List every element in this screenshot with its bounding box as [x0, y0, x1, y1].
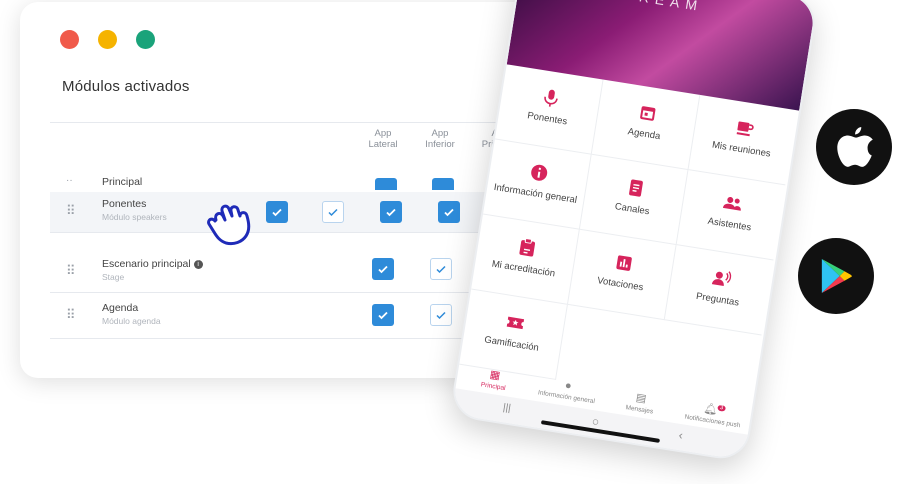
apple-icon: [837, 127, 873, 167]
row-subtitle: Módulo agenda: [102, 316, 161, 326]
question-icon: [711, 271, 732, 287]
tile-votaciones[interactable]: Votaciones: [567, 229, 677, 321]
table-row-dragging[interactable]: ⠿ Ponentes Módulo speakers: [50, 192, 530, 232]
notification-badge: 3: [717, 404, 726, 413]
drag-handle-icon[interactable]: ⠿: [66, 308, 76, 322]
checkbox-lateral[interactable]: [372, 258, 394, 280]
google-play-badge[interactable]: [798, 238, 874, 314]
checkbox-inferior[interactable]: [438, 201, 460, 223]
window-close-dot[interactable]: [60, 30, 79, 49]
hand-cursor-icon: [207, 204, 251, 246]
phone-mockup: LIVESTREAM Ponentes Agenda Mis reuniones…: [449, 0, 819, 463]
checkbox-lateral[interactable]: [380, 201, 402, 223]
info-icon: [531, 164, 548, 181]
row-name: Agenda: [102, 302, 139, 314]
people-icon: [722, 196, 741, 211]
window-minimize-dot[interactable]: [98, 30, 117, 49]
page-title: Módulos activados: [62, 78, 190, 95]
recent-apps-icon[interactable]: |||: [502, 402, 511, 414]
calendar-icon: [640, 106, 656, 121]
badge-icon: [519, 238, 536, 257]
row-subtitle: Stage: [102, 272, 125, 282]
tile-preguntas[interactable]: Preguntas: [664, 245, 774, 336]
banner-text: LIVESTREAM: [555, 0, 704, 14]
column-header-lateral: App Lateral: [368, 128, 398, 150]
apple-store-badge[interactable]: [816, 109, 892, 185]
drag-handle-icon[interactable]: ⠿: [66, 204, 76, 218]
home-icon[interactable]: ○: [591, 414, 600, 429]
row-name: Escenario principal i: [102, 258, 203, 270]
row-name: Principal: [102, 176, 143, 188]
coffee-icon: [736, 121, 754, 137]
microphone-icon: [544, 89, 558, 107]
row-name: Ponentes: [102, 198, 147, 210]
checkbox-lateral[interactable]: [375, 178, 397, 190]
checkbox-on[interactable]: [266, 201, 288, 223]
checkbox-inferior[interactable]: [430, 258, 452, 280]
checkbox-inferior[interactable]: [432, 178, 454, 190]
info-icon: i: [193, 259, 203, 269]
checkbox-off[interactable]: [322, 201, 344, 223]
divider: [50, 122, 570, 123]
checkbox-lateral[interactable]: [372, 304, 394, 326]
checkbox-inferior[interactable]: [430, 304, 452, 326]
poll-icon: [616, 255, 632, 271]
row-subtitle: Módulo speakers: [102, 212, 167, 222]
document-icon: [629, 179, 643, 197]
back-icon[interactable]: ‹: [678, 428, 684, 442]
drag-handle-icon[interactable]: ··: [66, 174, 76, 188]
ticket-icon: [506, 316, 525, 330]
drag-handle-icon[interactable]: ⠿: [66, 264, 76, 278]
google-play-icon: [821, 259, 852, 293]
window-maximize-dot[interactable]: [136, 30, 155, 49]
column-header-inferior: App Inferior: [425, 128, 455, 150]
